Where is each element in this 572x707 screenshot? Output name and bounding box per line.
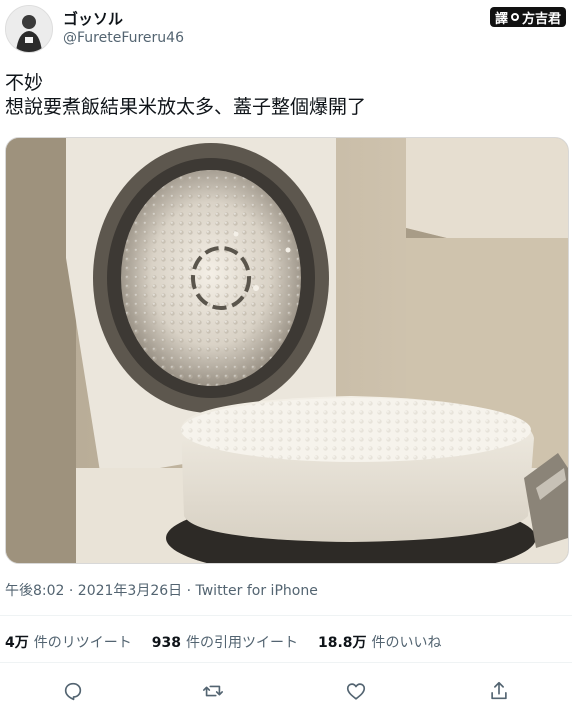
translator-watermark: 譯 方吉君	[489, 7, 566, 27]
like-count-value: 18.8万	[317, 635, 367, 651]
reply-icon	[64, 682, 82, 701]
engagement-stats: 4万 件のリツイート 938 件の引用ツイート 18.8万 件のいいね	[5, 632, 442, 652]
retweet-button[interactable]	[198, 676, 228, 706]
tweet-timestamp[interactable]: 午後8:02 · 2021年3月26日 · Twitter for iPhone	[5, 580, 318, 600]
tweet-line-1: 不妙	[5, 72, 44, 94]
display-name[interactable]: ゴッソル	[63, 8, 123, 29]
watermark-dot-icon	[510, 13, 519, 21]
user-handle[interactable]: @FureteFureru46	[63, 30, 184, 46]
retweet-count[interactable]: 4万 件のリツイート	[5, 632, 132, 652]
divider-top	[0, 615, 572, 616]
rice-cooker-photo	[6, 138, 568, 563]
divider-bottom	[0, 662, 572, 663]
action-bar	[0, 676, 572, 706]
like-count[interactable]: 18.8万 件のいいね	[318, 632, 442, 652]
like-count-label: 件のいいね	[371, 635, 442, 651]
tweet-photo[interactable]	[5, 137, 569, 564]
quote-count[interactable]: 938 件の引用ツイート	[152, 632, 298, 652]
quote-count-label: 件の引用ツイート	[185, 635, 298, 651]
watermark-prefix: 譯	[494, 11, 508, 27]
share-icon	[491, 681, 507, 700]
retweet-count-value: 4万	[5, 635, 29, 651]
tweet-line-2: 想說要煮飯結果米放太多、蓋子整個爆開了	[5, 96, 367, 118]
retweet-icon	[203, 685, 223, 697]
like-button[interactable]	[341, 676, 371, 706]
retweet-count-label: 件のリツイート	[33, 635, 132, 651]
avatar-image	[6, 6, 52, 52]
tweet-text: 不妙 想說要煮飯結果米放太多、蓋子整個爆開了	[5, 71, 565, 119]
like-icon	[346, 683, 366, 700]
avatar[interactable]	[5, 5, 53, 53]
quote-count-value: 938	[151, 635, 181, 651]
reply-button[interactable]	[58, 676, 88, 706]
watermark-name: 方吉君	[521, 11, 561, 27]
share-button[interactable]	[484, 676, 514, 706]
